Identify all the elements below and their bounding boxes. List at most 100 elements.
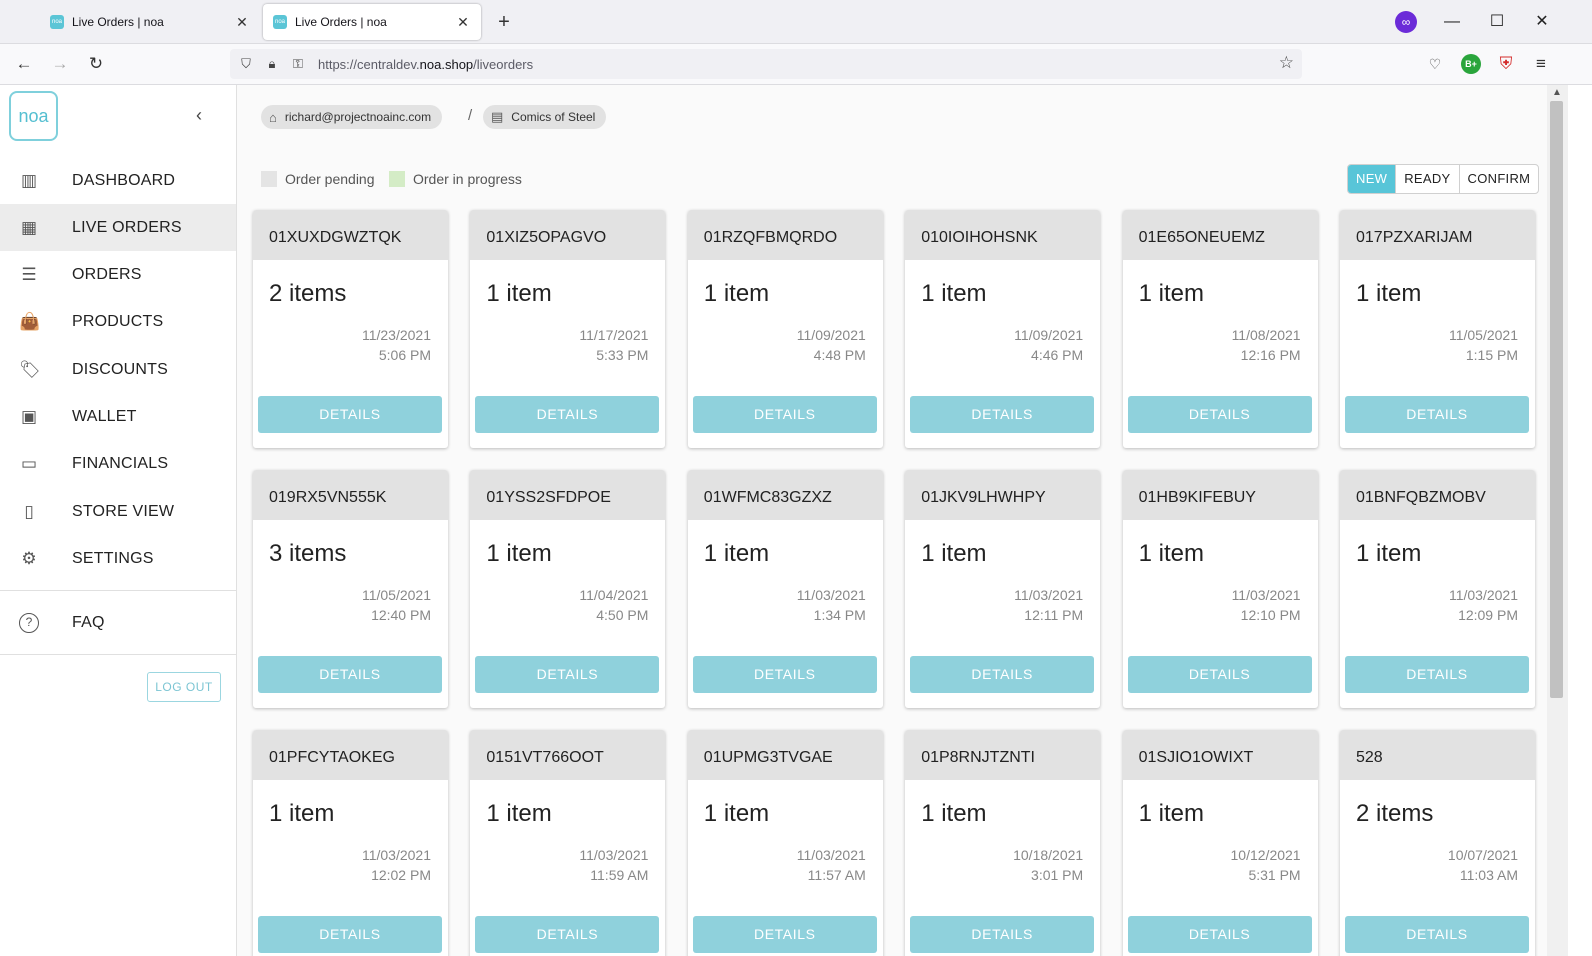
close-tab-icon[interactable]: ✕ — [455, 14, 471, 31]
order-date: 11/09/2021 — [796, 327, 866, 343]
noa-logo[interactable]: noa — [9, 91, 58, 141]
order-time: 12:09 PM — [1458, 607, 1518, 623]
browser-tab-1[interactable]: noa Live Orders | noa ✕ — [40, 4, 260, 40]
order-date: 11/17/2021 — [579, 327, 649, 343]
details-button[interactable]: DETAILS — [910, 916, 1095, 953]
lock-icon[interactable]: 🔒︎ — [262, 54, 282, 74]
item-count: 1 item — [1138, 800, 1204, 827]
item-count: 1 item — [269, 800, 335, 827]
details-button[interactable]: DETAILS — [910, 656, 1095, 693]
breadcrumb-user-chip[interactable]: ⌂ richard@projectnoainc.com — [261, 105, 443, 129]
item-count: 1 item — [703, 800, 770, 827]
page-scrollbar[interactable]: ▲ — [1547, 85, 1568, 956]
details-button[interactable]: DETAILS — [475, 656, 660, 693]
order-time: 11:57 AM — [807, 867, 866, 883]
order-id: 01UPMG3TVGAE — [687, 730, 883, 780]
breadcrumb-user: richard@projectnoainc.com — [284, 110, 432, 124]
pending-swatch — [261, 171, 277, 187]
log-out-button[interactable]: LOG OUT — [147, 672, 221, 702]
sidebar-item-store-view[interactable]: ▯ STORE VIEW — [0, 488, 236, 535]
details-button[interactable]: DETAILS — [1127, 656, 1312, 693]
breadcrumb-store-chip[interactable]: ▤ Comics of Steel — [483, 105, 607, 129]
scroll-up-arrow-icon[interactable]: ▲ — [1552, 87, 1562, 98]
scrollbar-thumb[interactable] — [1550, 101, 1563, 698]
item-count: 1 item — [486, 800, 552, 827]
order-card: 01SJIO1OWIXT 1 item 10/12/2021 5:31 PM DETAI… — [1122, 730, 1318, 956]
sidebar-item-orders[interactable]: ☰ ORDERS — [0, 252, 236, 299]
details-button[interactable]: DETAILS — [1345, 396, 1529, 433]
order-date: 11/03/2021 — [1014, 587, 1084, 603]
sidebar-item-faq[interactable]: ? FAQ — [0, 599, 236, 646]
extension-shield-icon[interactable]: ⛨ — [1496, 54, 1516, 74]
order-date: 11/05/2021 — [361, 587, 431, 603]
address-bar[interactable]: ⛉ 🔒︎ ⚿ https://centraldev.noa.shop/liveo… — [230, 49, 1302, 79]
forward-arrow-icon[interactable]: → — [48, 52, 72, 76]
order-card: 0151VT766OOT 1 item 11/03/2021 11:59 AM DETA… — [470, 730, 666, 956]
in-progress-swatch — [389, 171, 405, 187]
details-button[interactable]: DETAILS — [1345, 656, 1529, 693]
phone-icon: ▯ — [24, 501, 34, 521]
order-card: 019RX5VN555K 3 items 11/05/2021 12:40 PM DET… — [253, 470, 448, 708]
details-button[interactable]: DETAILS — [475, 396, 660, 433]
filter-new-button[interactable]: NEW — [1348, 165, 1397, 193]
maximize-window-button[interactable]: ☐ — [1485, 10, 1509, 34]
sidebar-item-settings[interactable]: ⚙ SETTINGS — [0, 535, 236, 582]
item-count: 1 item — [921, 540, 987, 567]
details-button[interactable]: DETAILS — [1127, 396, 1312, 433]
details-button[interactable]: DETAILS — [692, 396, 877, 433]
order-id: 01RZQFBMQRDO — [687, 210, 883, 260]
bookmark-star-icon[interactable]: ☆ — [1279, 53, 1294, 73]
sidebar-item-discounts[interactable]: 🏷 DISCOUNTS — [0, 346, 236, 393]
order-id: 010IOIHOHSNK — [905, 210, 1101, 260]
browser-nav-bar: ← → ↻ ⛉ 🔒︎ ⚿ https://centraldev.noa.shop… — [0, 44, 1592, 85]
credit-card-icon: ▭ — [20, 454, 38, 474]
details-button[interactable]: DETAILS — [910, 396, 1095, 433]
close-window-button[interactable]: ✕ — [1530, 10, 1554, 34]
details-button[interactable]: DETAILS — [258, 656, 442, 693]
item-count: 1 item — [1138, 280, 1204, 307]
details-button[interactable]: DETAILS — [1345, 916, 1529, 953]
extension-grade-icon[interactable]: B+ — [1461, 54, 1481, 74]
order-card: 01P8RNJTZNTI 1 item 10/18/2021 3:01 PM DETAI… — [905, 730, 1101, 956]
minimize-window-button[interactable]: — — [1440, 10, 1464, 34]
pocket-icon[interactable]: ♡ — [1425, 54, 1445, 74]
sidebar-item-wallet[interactable]: ▣ WALLET — [0, 394, 236, 441]
sidebar-item-dashboard[interactable]: ▥ DASHBOARD — [0, 157, 236, 204]
sidebar-item-live-orders[interactable]: ▦ LIVE ORDERS — [0, 204, 236, 252]
menu-icon[interactable]: ≡ — [1531, 54, 1551, 74]
item-count: 1 item — [703, 540, 770, 567]
tab-title: Live Orders | noa — [72, 15, 164, 29]
order-date: 11/03/2021 — [1231, 587, 1301, 603]
item-count: 1 item — [1138, 540, 1204, 567]
filter-ready-button[interactable]: READY — [1396, 165, 1460, 193]
new-tab-button[interactable]: + — [492, 10, 516, 34]
details-button[interactable]: DETAILS — [1127, 916, 1312, 953]
browser-tab-2[interactable]: noa Live Orders | noa ✕ — [263, 4, 481, 40]
sidebar-item-products[interactable]: 👜 PRODUCTS — [0, 299, 236, 346]
order-date: 11/05/2021 — [1448, 327, 1518, 343]
close-tab-icon[interactable]: ✕ — [234, 14, 250, 31]
details-button[interactable]: DETAILS — [258, 396, 442, 433]
back-arrow-icon[interactable]: ← — [12, 52, 36, 76]
shield-icon[interactable]: ⛉ — [236, 54, 256, 74]
order-time: 11:03 AM — [1459, 867, 1518, 883]
order-time: 12:16 PM — [1240, 347, 1301, 363]
collapse-sidebar-chevron-icon[interactable]: ‹ — [196, 105, 202, 126]
sidebar-divider — [0, 654, 236, 655]
order-date: 10/12/2021 — [1230, 847, 1301, 863]
order-date: 11/09/2021 — [1014, 327, 1084, 343]
order-id: 01SJIO1OWIXT — [1122, 730, 1318, 780]
order-time: 4:50 PM — [596, 607, 649, 623]
breadcrumb-store: Comics of Steel — [511, 110, 596, 124]
permissions-key-icon[interactable]: ⚿ — [288, 54, 308, 74]
details-button[interactable]: DETAILS — [692, 656, 877, 693]
sidebar-item-financials[interactable]: ▭ FINANCIALS — [0, 441, 236, 488]
details-button[interactable]: DETAILS — [258, 916, 442, 953]
order-time: 1:15 PM — [1465, 347, 1518, 363]
details-button[interactable]: DETAILS — [692, 916, 877, 953]
reload-icon[interactable]: ↻ — [84, 52, 108, 76]
filter-confirm-button[interactable]: CONFIRM — [1460, 165, 1539, 193]
list-icon: ☰ — [21, 265, 37, 285]
order-id: 019RX5VN555K — [253, 470, 448, 520]
details-button[interactable]: DETAILS — [475, 916, 660, 953]
